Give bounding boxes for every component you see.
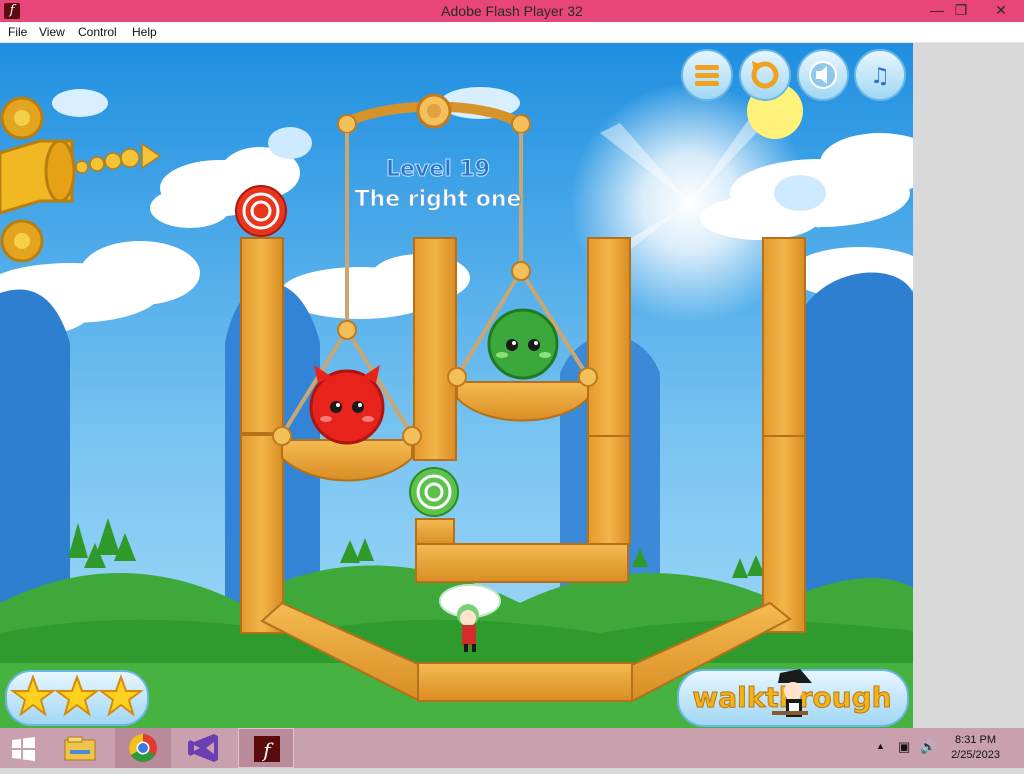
minimize-icon: — (930, 2, 944, 18)
green-candy[interactable] (409, 467, 459, 517)
taskbar: f ▲ ▣ 🔊 8:31 PM 2/25/2023 (0, 728, 1024, 768)
taskbar-chrome[interactable] (115, 728, 171, 768)
sound-button[interactable] (797, 49, 849, 101)
music-button[interactable]: ♫ (854, 49, 906, 101)
window-titlebar: f Adobe Flash Player 32 — ❐ ✕ (0, 0, 1024, 22)
taskbar-clock[interactable]: 8:31 PM 2/25/2023 (951, 733, 1000, 763)
sound-icon (809, 61, 837, 89)
close-icon: ✕ (995, 2, 1007, 18)
walkthrough-button[interactable]: walkthrough (677, 669, 909, 727)
file-explorer-icon (64, 736, 96, 761)
menu-control[interactable]: Control (78, 25, 117, 39)
level-name: The right one (355, 187, 522, 212)
restore-icon: ❐ (954, 2, 968, 18)
game-canvas[interactable]: Level 19 The right one ♫ (0, 43, 913, 728)
menu-view[interactable]: View (39, 25, 65, 39)
tray-expand-icon[interactable]: ▲ (876, 741, 885, 751)
network-icon[interactable]: ▣ (898, 739, 910, 755)
start-button[interactable] (8, 728, 42, 768)
window-title: Adobe Flash Player 32 (441, 3, 583, 19)
clock-time: 8:31 PM (955, 734, 997, 746)
red-candy[interactable] (235, 185, 287, 237)
menu-help[interactable]: Help (132, 25, 157, 39)
green-monster[interactable] (487, 308, 559, 380)
flash-player-icon: f (254, 736, 280, 762)
level-label: Level 19 (386, 157, 490, 182)
menu-icon (695, 65, 719, 86)
restore-button[interactable]: ❐ (946, 0, 976, 22)
clock-date: 2/25/2023 (951, 749, 1000, 761)
stars-panel (5, 670, 149, 726)
taskbar-file-explorer[interactable] (60, 728, 100, 768)
chrome-icon (129, 734, 157, 762)
red-monster[interactable] (309, 365, 385, 445)
menu-file[interactable]: File (8, 25, 27, 39)
volume-icon[interactable]: 🔊 (920, 739, 936, 755)
windows-start-icon (12, 737, 35, 761)
restart-button[interactable] (739, 49, 791, 101)
visual-studio-icon (188, 734, 218, 762)
menu-button[interactable] (681, 49, 733, 101)
menu-bar: File View Control Help (0, 22, 1024, 43)
taskbar-visual-studio[interactable] (180, 728, 230, 768)
close-button[interactable]: ✕ (986, 0, 1016, 22)
empty-window-area (913, 43, 1024, 728)
system-tray: ▲ ▣ 🔊 (876, 728, 936, 768)
taskbar-flash-player[interactable]: f (238, 728, 294, 768)
music-icon: ♫ (870, 64, 890, 89)
